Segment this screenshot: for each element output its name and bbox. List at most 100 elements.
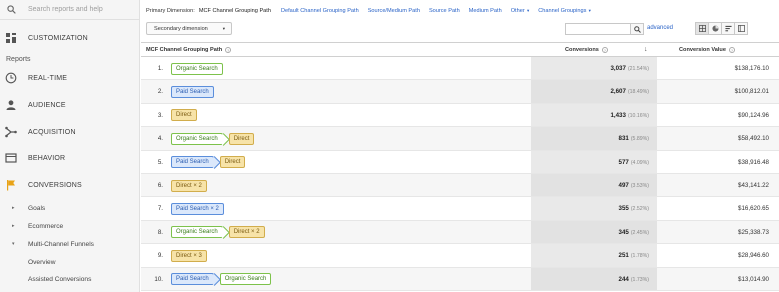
nav-ecommerce[interactable]: ▸ Ecommerce [0, 219, 140, 233]
clock-icon [5, 72, 17, 84]
nav-label: CONVERSIONS [28, 181, 82, 189]
channel-tag-label: Direct [233, 135, 250, 142]
collapse-arrow-icon: ▾ [12, 241, 15, 247]
channel-tag-label: Organic Search [176, 135, 218, 142]
view-comparison-button[interactable] [734, 22, 748, 35]
help-icon[interactable]: ? [601, 47, 608, 53]
view-performance-button[interactable] [721, 22, 735, 35]
chevron-down-icon: ▾ [587, 8, 591, 13]
conversion-value: $90,124.96 [738, 111, 769, 119]
table-row[interactable]: 5. Paid Search Direct 577 (4.09%) $38,916.48 [141, 150, 779, 174]
channel-tag-direct: Direct × 2 [171, 179, 207, 192]
column-header-value[interactable]: Conversion Value? [679, 47, 735, 53]
nav-conversions[interactable]: CONVERSIONS [0, 174, 140, 196]
conversions-count: 244 [618, 275, 629, 283]
nav-overview[interactable]: Overview [0, 255, 140, 269]
channel-tag-label: Direct × 3 [176, 252, 202, 259]
nav-audience[interactable]: AUDIENCE [0, 94, 140, 116]
conversion-value: $58,492.10 [738, 135, 769, 143]
channel-path: Paid Search × 2 [171, 202, 230, 215]
channel-groupings-dropdown[interactable]: Channel Groupings ▾ [538, 8, 591, 14]
conversions-percent: (1.78%) [630, 253, 649, 260]
dimension-link[interactable]: Medium Path [469, 8, 502, 14]
behavior-icon [5, 153, 17, 163]
column-header-path[interactable]: MCF Channel Grouping Path? [146, 47, 232, 53]
sort-descending-icon[interactable]: ↓ [644, 46, 648, 53]
table-row[interactable]: 9. Direct × 3 251 (1.78%) $28,946.60 [141, 244, 779, 268]
nav-realtime[interactable]: REAL-TIME [0, 67, 140, 89]
channel-tag-direct: Direct × 3 [171, 249, 207, 262]
conversions-percent: (1.73%) [630, 276, 649, 283]
nav-behavior[interactable]: BEHAVIOR [0, 147, 140, 169]
nav-acquisition[interactable]: ACQUISITION [0, 121, 140, 143]
table-row[interactable]: 10. Paid Search Organic Search 244 (1.73%) $1… [141, 267, 779, 291]
bars-icon [724, 25, 732, 32]
dimension-link[interactable]: Default Channel Grouping Path [281, 8, 359, 14]
row-number: 6. [157, 182, 163, 189]
table-row[interactable]: 2. Paid Search 2,607 (18.49%) $100,812.01 [141, 80, 779, 104]
row-number: 5. [157, 158, 163, 166]
row-number: 9. [157, 252, 163, 260]
chevron-down-icon: ▾ [525, 8, 530, 13]
conversion-value: $138,176.10 [734, 65, 769, 72]
expand-arrow-icon: ▸ [12, 223, 15, 229]
help-icon[interactable]: ? [225, 47, 232, 53]
channel-tag-label: Paid Search × 2 [176, 205, 219, 212]
nav-goals[interactable]: ▸ Goals [0, 201, 140, 215]
conversion-value: $25,338.73 [738, 228, 769, 236]
channel-tag-label: Direct × 2 [233, 229, 260, 236]
dimension-link[interactable]: Source/Medium Path [368, 8, 420, 14]
table-row[interactable]: 7. Paid Search × 2 355 (2.52%) $16,620.65 [141, 197, 779, 221]
conversions-count: 251 [618, 252, 629, 260]
primary-dimension-label: Primary Dimension: [146, 8, 195, 14]
nav-customization[interactable]: CUSTOMIZATION [0, 27, 140, 49]
table-header: MCF Channel Grouping Path? Conversions? … [141, 42, 779, 57]
view-pie-button[interactable] [708, 22, 722, 35]
view-toggle-group [695, 22, 748, 35]
view-table-button[interactable] [695, 22, 709, 35]
channel-tag-paid: Paid Search [171, 156, 214, 169]
conversion-value: $13,014.90 [738, 275, 769, 283]
dimension-link[interactable]: Source Path [429, 8, 460, 14]
channel-path: Organic Search Direct [171, 132, 260, 145]
sidebar-search[interactable]: Search reports and help [0, 0, 140, 20]
table-row[interactable]: 4. Organic Search Direct 831 (5.89%) $58,492.… [141, 127, 779, 151]
conversions-percent: (5.89%) [630, 136, 649, 143]
table-row[interactable]: 1. Organic Search 3,037 (21.54%) $138,176.10 [141, 57, 779, 81]
channel-tag-organic: Organic Search [171, 226, 223, 239]
table-row[interactable]: 8. Organic Search Direct × 2 345 (2.45%) $25,… [141, 220, 779, 245]
table-search-button[interactable] [630, 23, 644, 35]
channel-path: Direct × 3 [171, 249, 213, 262]
channel-path: Paid Search [171, 85, 220, 98]
conversions-count: 345 [618, 228, 629, 236]
channel-path: Paid Search Direct [171, 156, 251, 169]
channel-path: Direct [171, 109, 203, 122]
conversions-percent: (3.53%) [630, 183, 649, 189]
flag-icon [7, 180, 15, 191]
help-icon[interactable]: ? [728, 47, 735, 53]
conversion-value: $43,141.22 [738, 182, 769, 189]
conversions-percent: (4.09%) [630, 159, 649, 166]
nav-assisted-conversions[interactable]: Assisted Conversions [0, 272, 140, 286]
channel-tag-label: Direct [176, 112, 192, 119]
table-row[interactable]: 6. Direct × 2 497 (3.53%) $43,141.22 [141, 174, 779, 198]
channel-tag-label: Paid Search [176, 159, 209, 166]
channel-tag-label: Organic Search [176, 229, 218, 236]
nav-sub-label: Goals [28, 204, 46, 212]
channel-path: Direct × 2 [171, 179, 213, 192]
nav-multi-channel-funnels[interactable]: ▾ Multi-Channel Funnels [0, 237, 140, 251]
comparison-icon [737, 25, 745, 32]
table-search-input[interactable] [565, 23, 631, 35]
dimension-other-dropdown[interactable]: Other ▾ [511, 8, 530, 14]
pie-chart-icon [711, 25, 719, 32]
channel-path: Paid Search Organic Search [171, 273, 277, 286]
advanced-filter-link[interactable]: advanced [647, 25, 673, 31]
secondary-dimension-select[interactable]: Secondary dimension ▾ [146, 22, 232, 35]
conversions-percent: (2.52%) [630, 206, 649, 213]
channel-tag-organic: Organic Search [171, 132, 223, 145]
column-header-conversions[interactable]: Conversions? [565, 47, 608, 53]
conversions-percent: (2.45%) [630, 229, 649, 236]
channel-tag-paid: Paid Search [171, 85, 214, 98]
channel-tag-direct: Direct [171, 109, 197, 122]
table-row[interactable]: 3. Direct 1,433 (10.16%) $90,124.96 [141, 103, 779, 128]
